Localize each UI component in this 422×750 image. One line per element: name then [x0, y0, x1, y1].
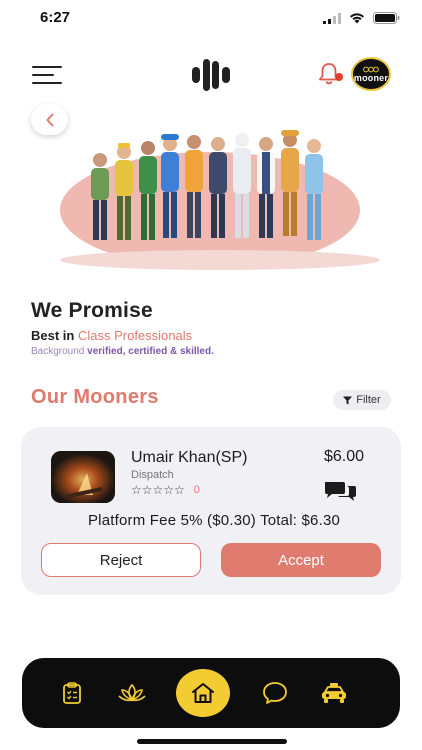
nav-orders[interactable]: [60, 681, 84, 705]
signal-icon: [323, 12, 341, 24]
professional-role: Dispatch: [131, 469, 174, 481]
nav-services[interactable]: [118, 681, 146, 705]
mooner-logo-icon: [192, 59, 230, 91]
filter-button[interactable]: Filter: [333, 390, 391, 410]
moon-crown-icon: [363, 66, 379, 72]
promise-tagline-prefix: Best in: [31, 328, 78, 343]
battery-icon: [373, 12, 400, 24]
offer-card: Umair Khan(SP) Dispatch ☆☆☆☆☆ 0 $6.00 Pl…: [21, 427, 401, 595]
offer-price: $6.00: [324, 448, 365, 465]
menu-button[interactable]: [32, 66, 62, 84]
promise-subtext: Background verified, certified & skilled…: [31, 346, 214, 357]
wifi-icon: [350, 13, 364, 24]
promise-tagline: Best in Class Professionals: [31, 328, 192, 343]
star-icons: ☆☆☆☆☆: [131, 483, 185, 497]
hamburger-line: [32, 73, 54, 77]
rating-stars: ☆☆☆☆☆ 0: [131, 483, 200, 497]
promise-tagline-accent: Class Professionals: [77, 328, 193, 343]
nav-messages[interactable]: [262, 681, 288, 705]
taxi-icon: [322, 683, 346, 703]
promise-subtext-strong: verified, certified & skilled.: [87, 346, 214, 357]
bell-icon[interactable]: [318, 62, 344, 86]
platform-fee-total: Platform Fee 5% ($0.30) Total: $6.30: [87, 512, 341, 529]
accept-button[interactable]: Accept: [221, 543, 381, 577]
home-indicator: [137, 739, 287, 744]
home-icon: [192, 683, 214, 703]
professional-photo: [51, 451, 115, 503]
profile-avatar[interactable]: mooner: [351, 57, 391, 91]
filter-label: Filter: [356, 394, 381, 406]
bottom-nav: [22, 658, 400, 728]
hamburger-line: [32, 81, 62, 84]
nav-rides[interactable]: [320, 681, 348, 705]
section-title: Our Mooners: [31, 386, 159, 408]
reject-button[interactable]: Reject: [41, 543, 201, 577]
clipboard-icon: [63, 682, 81, 704]
status-bar: 6:27: [0, 0, 422, 40]
campfire-image: [51, 451, 115, 503]
professional-name: Umair Khan(SP): [131, 449, 248, 466]
filter-icon: [343, 396, 353, 404]
status-icons: [323, 12, 400, 24]
chat-icon[interactable]: [323, 480, 357, 502]
promise-subtext-prefix: Background: [31, 346, 88, 357]
promise-title: We Promise: [31, 299, 153, 322]
status-time: 6:27: [40, 9, 71, 26]
avatar-brand-text: mooner: [353, 72, 389, 83]
lotus-icon: [118, 683, 146, 702]
professionals-illustration: [60, 130, 380, 270]
app-screen: 6:27 mooner We Promise Best in Class Pro…: [0, 0, 422, 750]
rating-count: 0: [193, 484, 200, 496]
nav-home[interactable]: [176, 669, 230, 717]
chat-bubble-icon: [263, 682, 287, 704]
hamburger-line: [32, 66, 62, 69]
